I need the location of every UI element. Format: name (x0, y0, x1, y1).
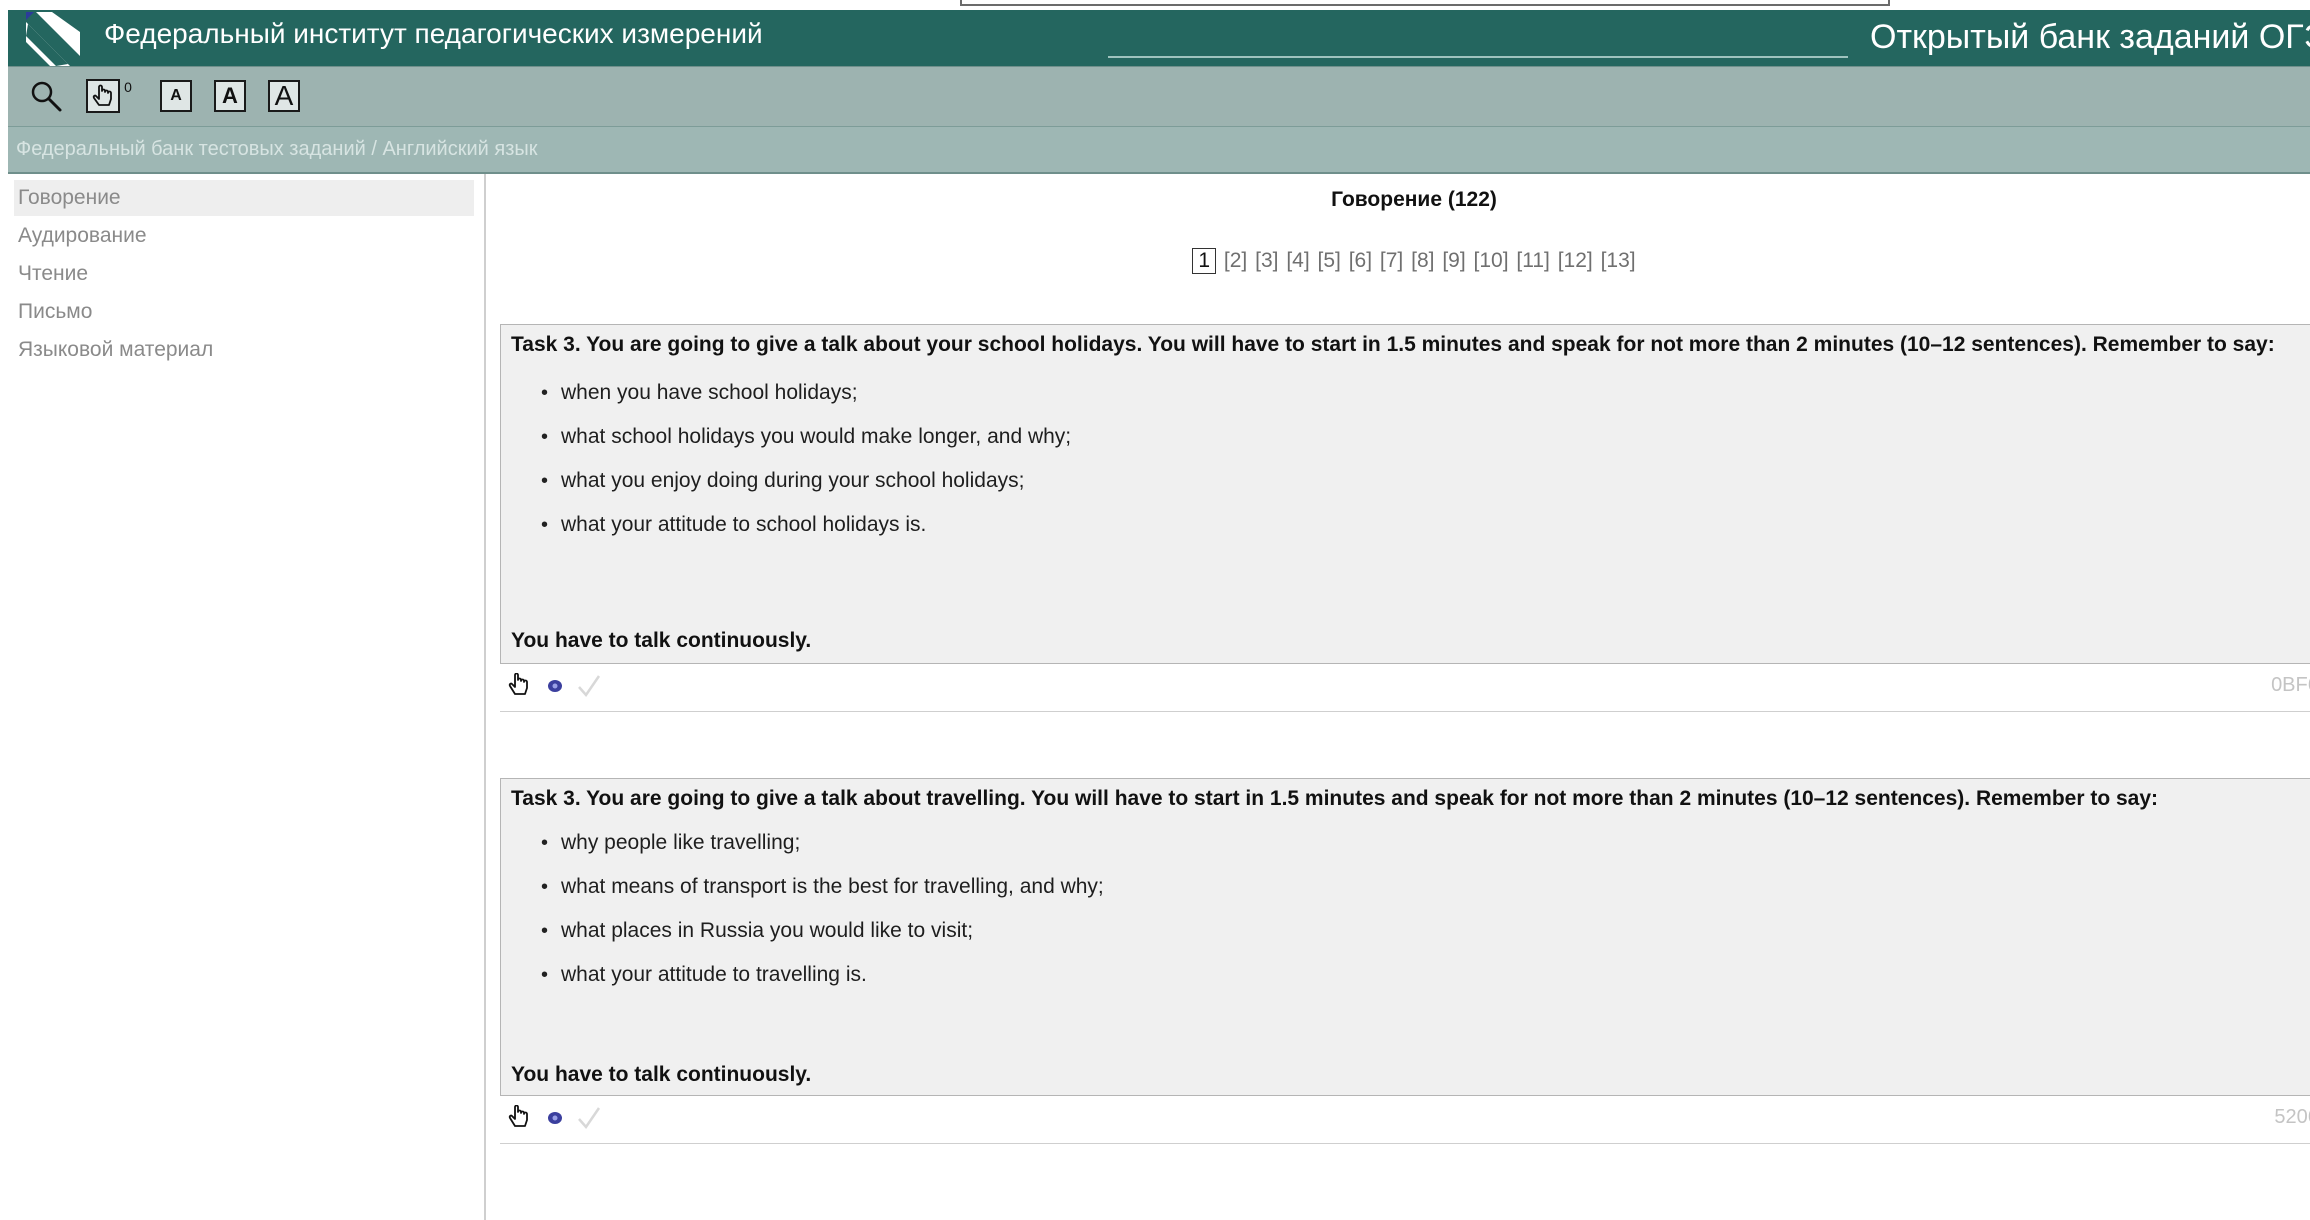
task-points: when you have school holidays; what scho… (501, 371, 2310, 547)
page-link-2[interactable]: [2] (1224, 249, 1247, 273)
fipi-logo-icon[interactable] (26, 12, 80, 66)
bank-title[interactable]: Открытый банк заданий ОГЭ (1870, 18, 2310, 57)
font-size-small-button[interactable]: A (160, 79, 192, 113)
logo-mark (26, 12, 80, 66)
task-footer: You have to talk continuously. (511, 629, 812, 652)
pagination: 1 [2] [3] [4] [5] [6] [7] [8] [9] [10] [… (486, 248, 2310, 274)
page-link-10[interactable]: [10] (1474, 249, 1509, 273)
selected-tasks-button[interactable]: 0 (80, 79, 138, 113)
task-point: what means of transport is the best for … (541, 865, 2310, 909)
main-content: Говорение (122) 1 [2] [3] [4] [5] [6] [7… (486, 174, 2310, 1220)
page-link-5[interactable]: [5] (1318, 249, 1341, 273)
sidebar-item-reading[interactable]: Чтение (14, 256, 474, 292)
breadcrumb-bar: Федеральный банк тестовых заданий / Англ… (8, 126, 2310, 174)
task-points: why people like travelling; what means o… (501, 821, 2310, 997)
task-actions: 52060 (500, 1096, 2310, 1144)
page-link-7[interactable]: [7] (1380, 249, 1403, 273)
add-to-selected-button[interactable] (506, 672, 532, 700)
top-bracket-line (960, 0, 1890, 6)
page-link-9[interactable]: [9] (1442, 249, 1465, 273)
page-link-6[interactable]: [6] (1349, 249, 1372, 273)
show-answer-button[interactable] (542, 1104, 568, 1132)
task-point: what school holidays you would make long… (541, 415, 2310, 459)
breadcrumb[interactable]: Федеральный банк тестовых заданий / Англ… (16, 138, 537, 161)
top-band (0, 0, 2310, 10)
task-actions: 0BF60 (500, 664, 2310, 712)
task-point: what your attitude to travelling is. (541, 953, 2310, 997)
page-link-12[interactable]: [12] (1558, 249, 1593, 273)
sidebar-item-writing[interactable]: Письмо (14, 294, 474, 330)
eye-icon (548, 1112, 562, 1124)
section-title: Говорение (122) (1331, 188, 1497, 211)
sidebar-list: Говорение Аудирование Чтение Письмо Язык… (8, 180, 474, 368)
add-to-selected-button[interactable] (506, 1104, 532, 1132)
check-answer-button[interactable] (576, 1104, 602, 1132)
task-point: what you enjoy doing during your school … (541, 459, 2310, 503)
sidebar-item-listening[interactable]: Аудирование (14, 218, 474, 254)
task-point: why people like travelling; (541, 821, 2310, 865)
task-footer: You have to talk continuously. (511, 1063, 812, 1086)
page-link-8[interactable]: [8] (1411, 249, 1434, 273)
search-button[interactable] (28, 79, 64, 113)
hand-pointer-icon (508, 1105, 528, 1127)
checkmark-icon (578, 1107, 601, 1130)
page-link-13[interactable]: [13] (1601, 249, 1636, 273)
sidebar: Говорение Аудирование Чтение Письмо Язык… (8, 174, 486, 1220)
font-medium-label: A (214, 80, 246, 112)
page: Федеральный институт педагогических изме… (0, 0, 2310, 1220)
task-card: Task 3. You are going to give a talk abo… (500, 324, 2310, 664)
eye-icon (548, 680, 562, 692)
task-prompt: Task 3. You are going to give a talk abo… (511, 333, 2275, 356)
task-prompt: Task 3. You are going to give a talk abo… (511, 787, 2159, 810)
magnifier-icon (31, 81, 62, 112)
font-small-label: A (160, 80, 192, 112)
hand-pointer-icon (86, 79, 121, 113)
hand-pointer-icon (508, 673, 528, 695)
page-link-4[interactable]: [4] (1286, 249, 1309, 273)
task-point: what your attitude to school holidays is… (541, 503, 2310, 547)
checkmark-icon (578, 675, 601, 698)
task-point: when you have school holidays; (541, 371, 2310, 415)
page-link-11[interactable]: [11] (1516, 249, 1549, 273)
task-card: Task 3. You are going to give a talk abo… (500, 778, 2310, 1096)
header-rule (1108, 56, 1848, 58)
font-large-label: A (268, 80, 300, 112)
task-code: 0BF60 (2271, 674, 2310, 696)
font-size-large-button[interactable]: A (268, 79, 300, 113)
font-size-medium-button[interactable]: A (214, 79, 246, 113)
site-header: Федеральный институт педагогических изме… (8, 10, 2310, 66)
show-answer-button[interactable] (542, 672, 568, 700)
org-name: Федеральный институт педагогических изме… (104, 18, 763, 49)
toolbar: 0 A A A (8, 66, 2310, 126)
task-point: what places in Russia you would like to … (541, 909, 2310, 953)
task-code: 52060 (2274, 1106, 2310, 1128)
sidebar-item-language-material[interactable]: Языковой материал (14, 332, 474, 368)
check-answer-button[interactable] (576, 672, 602, 700)
page-link-3[interactable]: [3] (1255, 249, 1278, 273)
selected-count-badge: 0 (124, 79, 132, 95)
page-link-1[interactable]: 1 (1192, 248, 1217, 274)
sidebar-item-speaking[interactable]: Говорение (14, 180, 474, 216)
